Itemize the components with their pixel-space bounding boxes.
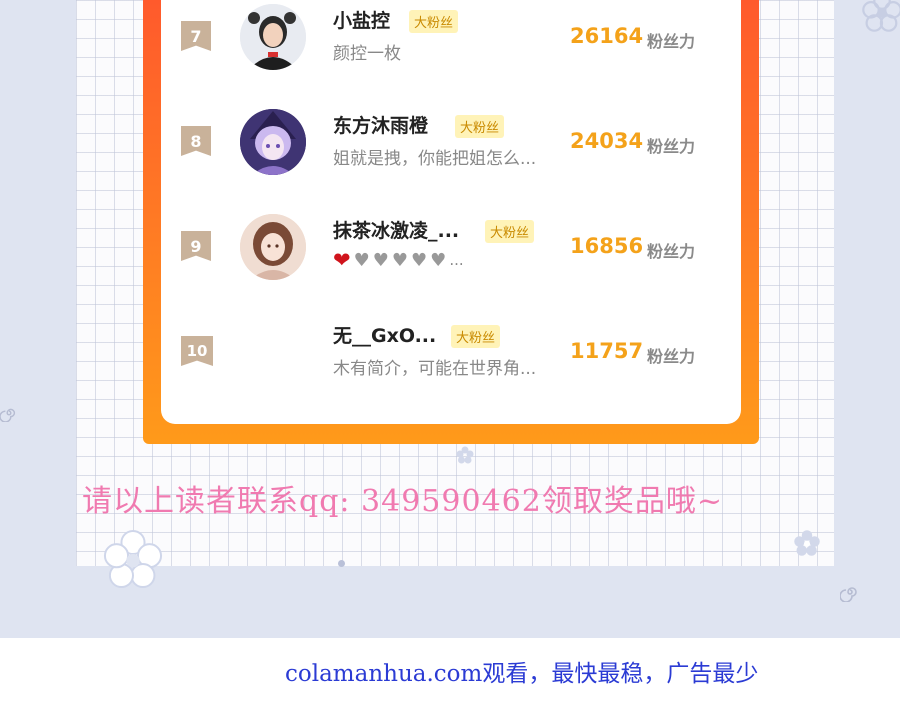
fan-score-unit: 粉丝力	[647, 32, 696, 51]
user-bio: 姐就是拽，你能把姐怎么...	[333, 149, 537, 169]
user-bio: 木有简介，可能在世界角...	[333, 359, 537, 379]
user-name: 抹茶冰激凌_...	[333, 220, 460, 242]
leaderboard-row[interactable]: 8 东方沐雨橙 大粉丝 姐就是拽，你能把姐怎么... 24034 粉丝力	[161, 93, 741, 193]
fan-score: 11757	[570, 339, 644, 363]
user-name: 无__GxO...	[333, 325, 437, 347]
leaderboard-panel: 7 小盐控 大粉丝 颜控一枚 26164 粉丝力 8 东方沐雨橙 大粉丝 姐就是…	[161, 0, 741, 424]
leaderboard-row[interactable]: 7 小盐控 大粉丝 颜控一枚 26164 粉丝力	[161, 0, 741, 88]
rank-badge: 9	[181, 231, 211, 261]
avatar-anime-girl-icon	[240, 214, 306, 280]
rank-badge: 8	[181, 126, 211, 156]
fan-badge: 大粉丝	[409, 10, 459, 33]
heart-overflow: ...	[449, 251, 464, 269]
fan-score: 26164	[570, 24, 644, 48]
fan-badge: 大粉丝	[455, 115, 505, 138]
heart-rating: ❤ ♥ ♥ ♥ ♥ ♥ ...	[333, 250, 464, 271]
fan-badge: 大粉丝	[485, 220, 535, 243]
fan-badge: 大粉丝	[451, 325, 501, 348]
flower-icon	[456, 446, 474, 464]
background: 7 小盐控 大粉丝 颜控一枚 26164 粉丝力 8 东方沐雨橙 大粉丝 姐就是…	[0, 0, 900, 638]
flower-icon	[794, 530, 820, 556]
fan-score: 24034	[570, 129, 644, 153]
swirl-icon	[840, 587, 857, 602]
avatar[interactable]	[240, 214, 306, 280]
user-name: 东方沐雨橙	[333, 115, 429, 137]
rank-badge: 10	[181, 336, 213, 366]
leaderboard-row[interactable]: 10 无__GxO... 大粉丝 木有简介，可能在世界角... 11757 粉丝…	[161, 303, 741, 403]
leaderboard-row[interactable]: 9 抹茶冰激凌_... 大粉丝 ❤ ♥ ♥ ♥ ♥ ♥ ... 16856 粉丝…	[161, 198, 741, 298]
fan-score: 16856	[570, 234, 644, 258]
fan-score-unit: 粉丝力	[647, 347, 696, 366]
dot-decoration	[338, 560, 345, 567]
heart-empty-icon: ♥	[372, 249, 389, 271]
fan-score-unit: 粉丝力	[647, 137, 696, 156]
heart-full-icon: ❤	[333, 248, 351, 272]
heart-empty-icon: ♥	[353, 249, 370, 271]
prize-contact-text: 请以上读者联系qq: 349590462领取奖品哦~	[82, 484, 723, 519]
watermark-text: colamanhua.com观看，最快最稳，广告最少	[285, 661, 759, 687]
swirl-icon	[0, 408, 16, 422]
avatar-anime-witch-icon	[240, 109, 306, 175]
heart-empty-icon: ♥	[430, 249, 447, 271]
fan-score-unit: 粉丝力	[647, 242, 696, 261]
user-name: 小盐控	[333, 10, 391, 32]
heart-empty-icon: ♥	[391, 249, 409, 271]
rank-badge: 7	[181, 21, 211, 51]
avatar[interactable]	[240, 109, 306, 175]
flower-icon	[103, 529, 163, 589]
avatar[interactable]	[240, 4, 306, 70]
user-bio: 颜控一枚	[333, 44, 401, 64]
flower-icon	[862, 0, 900, 32]
avatar-girl-red-icon	[240, 4, 306, 70]
leaderboard-frame: 7 小盐控 大粉丝 颜控一枚 26164 粉丝力 8 东方沐雨橙 大粉丝 姐就是…	[143, 0, 759, 444]
heart-empty-icon: ♥	[411, 249, 428, 271]
